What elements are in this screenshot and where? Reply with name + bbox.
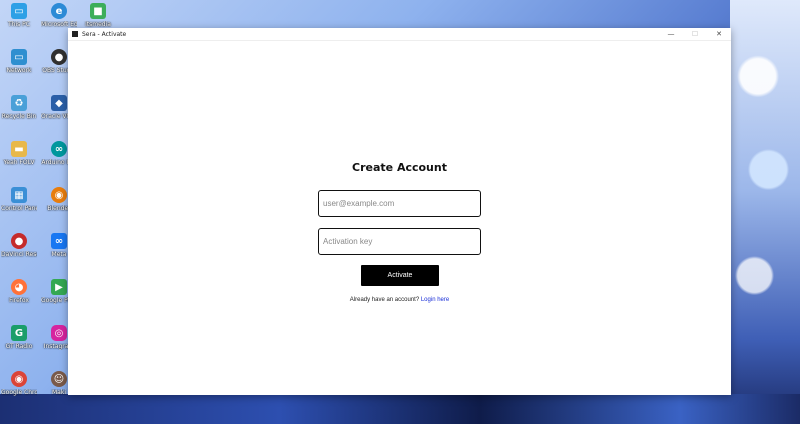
app-window: Sera - Activate — ☐ ✕ Create Account Act…: [68, 28, 731, 395]
app-icon: [72, 31, 78, 37]
minimize-button[interactable]: —: [659, 28, 683, 40]
gt-radio-icon: G: [11, 325, 27, 341]
network-icon: ▭: [11, 49, 27, 65]
firefox-icon: ◕: [11, 279, 27, 295]
play-games-icon: ▶: [51, 279, 67, 295]
obs-icon: ●: [51, 49, 67, 65]
wallpaper-bottom: [0, 394, 800, 424]
instagram-icon: ◎: [51, 325, 67, 341]
desktop-icon-firefox[interactable]: ◕ Firefox: [1, 279, 37, 304]
desktop-icon-recycle-bin[interactable]: ♻ Recycle Bin: [1, 95, 37, 120]
maximize-button[interactable]: ☐: [683, 28, 707, 40]
window-title: Sera - Activate: [82, 30, 127, 38]
email-field[interactable]: [318, 190, 481, 217]
virtualbox-icon: ◆: [51, 95, 67, 111]
login-row: Already have an account? Login here: [68, 297, 731, 303]
desktop-icon-edge[interactable]: e Microsoft Edge: [41, 3, 77, 28]
folder-icon: ▬: [11, 141, 27, 157]
avatar-icon: ☺: [51, 371, 67, 387]
desktop-icon-control-panel[interactable]: ▦ Control Panel: [1, 187, 37, 212]
desktop-icon-label: Yeah FOLV: [3, 159, 35, 166]
activation-form: Create Account Activate Already have an …: [68, 41, 731, 396]
desktop-icon-itsmedia[interactable]: ■ itsmedia: [80, 3, 116, 28]
form-heading: Create Account: [352, 161, 447, 174]
desktop-icon-label: Firefox: [9, 297, 29, 304]
desktop-icon-label: Network: [6, 67, 32, 74]
desktop-icon-label: This PC: [8, 21, 30, 28]
monitor-icon: ▭: [11, 3, 27, 19]
wallpaper-right: [730, 0, 800, 424]
activation-key-field[interactable]: [318, 228, 481, 255]
login-link[interactable]: Login here: [421, 297, 449, 303]
close-button[interactable]: ✕: [707, 28, 731, 40]
cube-icon: ■: [90, 3, 106, 19]
recycle-bin-icon: ♻: [11, 95, 27, 111]
desktop-icon-label: Google Chrome: [1, 389, 37, 396]
control-panel-icon: ▦: [11, 187, 27, 203]
desktop-icon-network[interactable]: ▭ Network: [1, 49, 37, 74]
blender-icon: ◉: [51, 187, 67, 203]
desktop-icon-label: Recycle Bin: [1, 113, 37, 120]
desktop-icon-gt-radio[interactable]: G GT Radio: [1, 325, 37, 350]
arduino-icon: ∞: [51, 141, 67, 157]
desktop-icon-label: GT Radio: [5, 343, 33, 350]
login-prompt: Already have an account?: [349, 297, 420, 303]
desktop-icon-folder[interactable]: ▬ Yeah FOLV: [1, 141, 37, 166]
desktop-icon-label: Control Panel: [1, 205, 37, 212]
edge-icon: e: [51, 3, 67, 19]
desktop-icon-label: itsmedia: [85, 21, 111, 28]
chrome-icon: ◉: [11, 371, 27, 387]
desktop-icon-label: Microsoft Edge: [41, 21, 77, 28]
desktop-icon-this-pc[interactable]: ▭ This PC: [1, 3, 37, 28]
desktop-icon-label: DaVinci Resolve: [1, 251, 37, 258]
davinci-icon: ●: [11, 233, 27, 249]
desktop-icon-chrome[interactable]: ◉ Google Chrome: [1, 371, 37, 396]
title-bar[interactable]: Sera - Activate — ☐ ✕: [68, 28, 731, 41]
desktop-icon-davinci[interactable]: ● DaVinci Resolve: [1, 233, 37, 258]
meta-icon: ∞: [51, 233, 67, 249]
activate-button[interactable]: Activate: [361, 265, 439, 286]
